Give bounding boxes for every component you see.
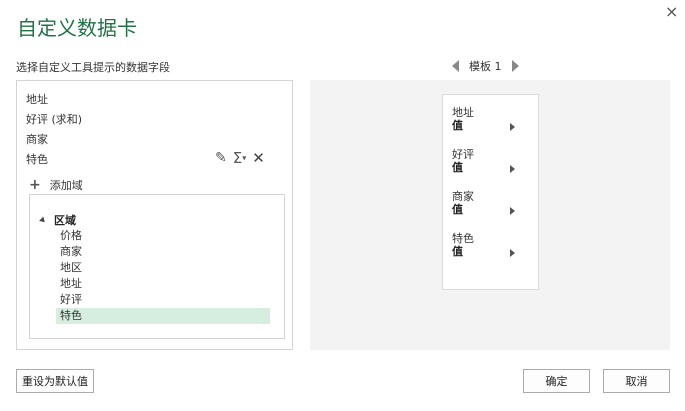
tree-item-rating[interactable]: 好评 xyxy=(56,292,270,308)
close-icon[interactable]: × xyxy=(665,4,678,20)
play-triangle-icon[interactable] xyxy=(510,207,515,215)
tree-item-address[interactable]: 地址 xyxy=(56,276,270,292)
tree-item-merchant[interactable]: 商家 xyxy=(56,244,270,260)
expand-triangle-icon[interactable] xyxy=(39,216,47,224)
card-field: 商家 值 xyxy=(452,190,532,216)
card-field-value: 值 xyxy=(452,245,463,258)
template-label: 模板 1 xyxy=(469,60,502,73)
card-field-label: 好评 xyxy=(452,148,474,161)
cancel-button[interactable]: 取消 xyxy=(603,369,670,393)
reset-to-default-button[interactable]: 重设为默认值 xyxy=(16,369,94,393)
field-selection-instruction: 选择自定义工具提示的数据字段 xyxy=(16,61,170,74)
previous-template-icon[interactable] xyxy=(452,60,459,72)
available-fields-tree: 区域 价格 商家 地区 地址 好评 特色 xyxy=(29,194,285,339)
tree-root-region[interactable]: 区域 xyxy=(39,212,76,228)
play-triangle-icon[interactable] xyxy=(510,165,515,173)
card-field-value: 值 xyxy=(452,119,463,132)
tree-item-district[interactable]: 地区 xyxy=(56,260,270,276)
chevron-down-icon: ▾ xyxy=(242,153,247,163)
tree-children: 价格 商家 地区 地址 好评 特色 xyxy=(56,228,270,324)
field-item-merchant[interactable]: 商家 xyxy=(24,131,284,151)
card-field: 地址 值 xyxy=(452,106,532,132)
add-field-label: 添加域 xyxy=(49,179,83,192)
plus-icon: + xyxy=(29,177,41,193)
play-triangle-icon[interactable] xyxy=(510,123,515,131)
next-template-icon[interactable] xyxy=(511,60,519,72)
card-preview-area: 地址 值 好评 值 商家 值 特色 值 xyxy=(310,80,670,350)
dialog-title: 自定义数据卡 xyxy=(17,16,137,40)
card-field-value: 值 xyxy=(452,161,463,174)
add-field-button[interactable]: + 添加域 xyxy=(29,177,83,193)
template-navigator: 模板 1 xyxy=(452,58,519,74)
field-item-address[interactable]: 地址 xyxy=(24,91,284,111)
field-tools: ✎ Σ▾ ✕ xyxy=(215,150,265,167)
card-field-label: 地址 xyxy=(452,106,474,119)
sigma-glyph: Σ xyxy=(232,149,243,167)
remove-field-icon[interactable]: ✕ xyxy=(252,150,265,166)
card-field-label: 特色 xyxy=(452,232,474,245)
card-field-label: 商家 xyxy=(452,190,474,203)
card-field: 特色 值 xyxy=(452,232,532,258)
aggregate-sigma-icon[interactable]: Σ▾ xyxy=(233,150,247,167)
field-panel: 地址 好评 (求和) 商家 特色 ✎ Σ▾ ✕ + 添加域 区域 价格 商家 地… xyxy=(16,80,293,350)
tree-root-label: 区域 xyxy=(54,214,76,227)
card-field: 好评 值 xyxy=(452,148,532,174)
field-item-rating-sum[interactable]: 好评 (求和) xyxy=(24,111,284,131)
tree-item-price[interactable]: 价格 xyxy=(56,228,270,244)
play-triangle-icon[interactable] xyxy=(510,249,515,257)
tree-item-feature[interactable]: 特色 xyxy=(56,308,270,324)
ok-button[interactable]: 确定 xyxy=(523,369,590,393)
data-card-preview: 地址 值 好评 值 商家 值 特色 值 xyxy=(442,94,539,290)
card-field-value: 值 xyxy=(452,203,463,216)
edit-pencil-icon[interactable]: ✎ xyxy=(215,150,227,166)
